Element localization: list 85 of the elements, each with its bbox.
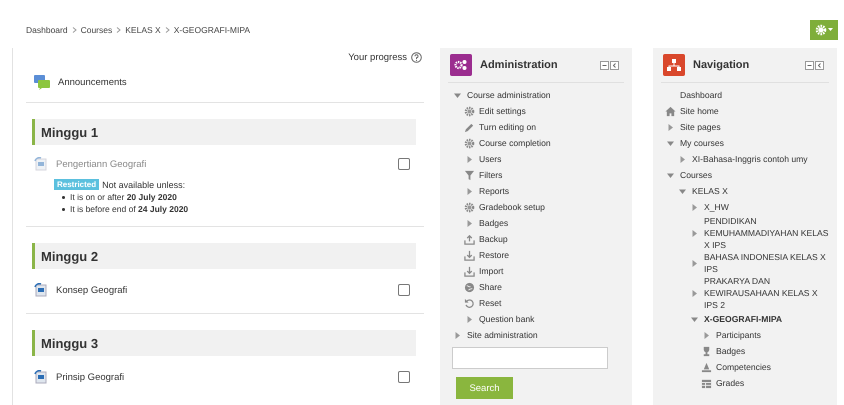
- tree-item[interactable]: Filters: [479, 169, 502, 181]
- download-icon: [464, 266, 475, 276]
- trophy-icon: [701, 346, 712, 356]
- activity-link[interactable]: Konsep Geografi: [56, 284, 128, 296]
- tree-item[interactable]: Badges: [479, 217, 508, 229]
- breadcrumb-link[interactable]: KELAS X: [125, 25, 161, 35]
- restricted-badge: Restricted: [54, 179, 100, 190]
- bullet-icon: [62, 208, 65, 210]
- tree-item[interactable]: BAHASA INDONESIA KELAS X IPS: [704, 251, 829, 275]
- completion-checkbox[interactable]: [398, 284, 410, 296]
- tree-item[interactable]: Dashboard: [680, 89, 722, 101]
- activity-link[interactable]: Prinsip Geografi: [56, 372, 124, 382]
- tree-item[interactable]: Site pages: [680, 121, 721, 133]
- download-icon: [464, 250, 475, 260]
- tree-item[interactable]: Restore: [479, 249, 510, 261]
- help-icon[interactable]: [411, 52, 422, 63]
- filter-icon: [464, 170, 475, 180]
- tree-item[interactable]: Import: [479, 265, 504, 277]
- section-heading: Minggu 3: [32, 330, 416, 356]
- tree-item[interactable]: Reset: [479, 297, 502, 309]
- tree-item[interactable]: KELAS X: [692, 185, 728, 197]
- restriction-condition: It is on or after 20 July 2020: [70, 192, 177, 202]
- tree-item[interactable]: Users: [479, 153, 502, 165]
- progress-label: Your progress: [348, 52, 407, 63]
- announcements-link[interactable]: Announcements: [58, 77, 127, 88]
- tree-item[interactable]: PRAKARYA DAN KEWIRAUSAHAAN KELAS X IPS 2: [704, 275, 829, 311]
- tree-item[interactable]: XI-Bahasa-Inggris contoh umy: [692, 153, 808, 165]
- tree-item[interactable]: Gradebook setup: [479, 201, 545, 213]
- tree-item[interactable]: Competencies: [716, 361, 771, 373]
- home-icon: [665, 106, 676, 116]
- level-icon: [701, 362, 712, 372]
- tree-item[interactable]: X_HW: [704, 201, 729, 213]
- globe-icon: [464, 282, 475, 292]
- tree-item[interactable]: Site home: [680, 105, 719, 117]
- page-icon: [34, 283, 48, 297]
- table-icon: [701, 378, 712, 388]
- separator-icon: [164, 27, 170, 33]
- activity-link[interactable]: Pengertiann Geografi: [56, 158, 146, 170]
- separator-icon: [116, 27, 122, 33]
- tree-item[interactable]: Backup: [479, 233, 508, 245]
- bullet-icon: [62, 196, 65, 198]
- sitemap-icon: [663, 54, 685, 76]
- tree-item[interactable]: Grades: [716, 377, 744, 389]
- gear-icon: [464, 202, 475, 212]
- page-icon: [34, 157, 48, 171]
- restriction-text: Not available unless:: [102, 180, 186, 190]
- dock-icons[interactable]: [805, 60, 825, 70]
- completion-checkbox[interactable]: [398, 371, 410, 383]
- breadcrumb-link[interactable]: Courses: [80, 25, 112, 35]
- caret-down-icon: [828, 28, 833, 32]
- separator-icon: [72, 27, 77, 33]
- tree-item[interactable]: Turn editing on: [479, 121, 536, 133]
- completion-checkbox[interactable]: [398, 158, 410, 170]
- reset-icon: [464, 298, 475, 308]
- pencil-icon: [464, 122, 475, 132]
- panel-title: Administration: [480, 59, 559, 71]
- tree-item[interactable]: PENDIDIKAN KEMUHAMMADIYAHAN KELAS X IPS: [704, 215, 829, 251]
- upload-icon: [464, 234, 475, 244]
- tree-item[interactable]: Question bank: [479, 313, 534, 325]
- page-icon: [34, 370, 48, 384]
- tree-item[interactable]: My courses: [680, 137, 724, 149]
- panel-title: Navigation: [693, 59, 750, 71]
- gear-icon: [815, 24, 827, 36]
- search-field[interactable]: [452, 347, 608, 369]
- section-heading: Minggu 2: [32, 243, 416, 269]
- tree-item[interactable]: Course administration: [467, 89, 551, 101]
- breadcrumb-link[interactable]: X-GEOGRAFI-MIPA: [174, 25, 250, 35]
- cogs-icon: [450, 54, 472, 76]
- tree-item[interactable]: Participants: [716, 329, 761, 341]
- tree-item[interactable]: Courses: [680, 169, 712, 181]
- gear-icon: [464, 138, 475, 148]
- gear-icon: [464, 106, 475, 116]
- settings-button[interactable]: [810, 20, 838, 40]
- tree-item[interactable]: Reports: [479, 185, 510, 197]
- tree-item[interactable]: Edit settings: [479, 105, 526, 117]
- breadcrumb-link[interactable]: Dashboard: [26, 25, 68, 35]
- section-heading: Minggu 1: [32, 119, 416, 145]
- tree-item[interactable]: Site administration: [467, 329, 538, 341]
- dock-icons[interactable]: [600, 60, 620, 70]
- tree-item[interactable]: Share: [479, 281, 502, 293]
- tree-item[interactable]: Badges: [716, 345, 746, 357]
- restriction-condition: It is before end of 24 July 2020: [70, 204, 188, 214]
- tree-item[interactable]: Course completion: [479, 137, 551, 149]
- forum-icon: [34, 75, 50, 90]
- tree-item[interactable]: X-GEOGRAFI-MIPA: [704, 313, 782, 325]
